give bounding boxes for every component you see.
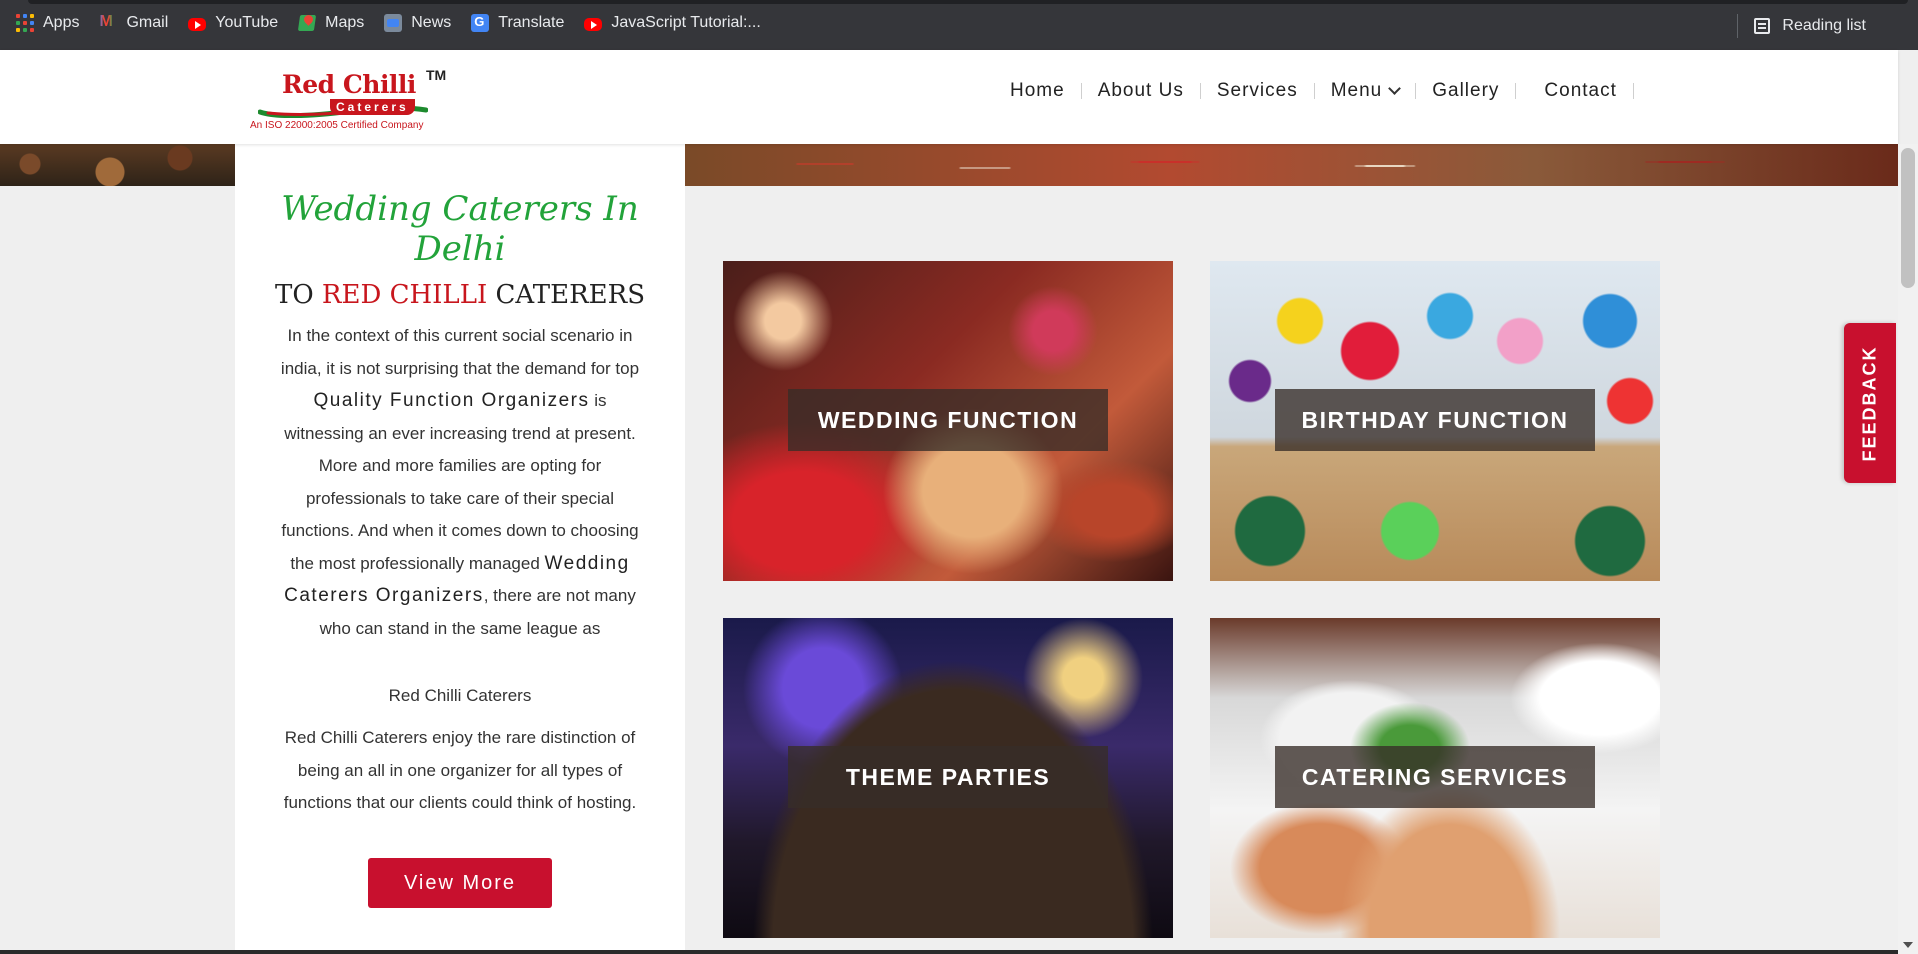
intro-text: is witnessing an ever increasing trend a… <box>281 391 639 573</box>
bookmark-label: Maps <box>325 14 365 31</box>
maps-icon <box>298 14 316 32</box>
logo-subtitle: Caterers <box>330 99 415 115</box>
bookmark-apps[interactable]: Apps <box>16 14 79 32</box>
bookmark-news[interactable]: News <box>384 14 451 32</box>
nav-gallery[interactable]: Gallery <box>1432 80 1499 102</box>
bookmark-javascript-tutorial[interactable]: JavaScript Tutorial:... <box>584 14 761 32</box>
bookmark-label: News <box>411 14 452 31</box>
bookmark-maps[interactable]: Maps <box>298 14 364 32</box>
nav-divider <box>1199 83 1201 99</box>
logo[interactable]: Red Chilli TM Caterers An ISO 22000:2005… <box>250 67 450 136</box>
intro-title: Wedding Caterers In Delhi <box>281 189 639 269</box>
bookmark-label: Gmail <box>126 14 169 31</box>
tile-label: BIRTHDAY FUNCTION <box>1275 389 1595 451</box>
intro-panel: Wedding Caterers In Delhi TO RED CHILLI … <box>235 144 685 954</box>
intro-paragraph: In the context of this current social sc… <box>273 320 647 645</box>
bookmark-label: Apps <box>43 14 80 31</box>
apps-grid-icon <box>16 14 34 32</box>
nav-divider <box>1313 83 1315 99</box>
tile-label: WEDDING FUNCTION <box>788 389 1108 451</box>
youtube-icon <box>188 17 207 31</box>
logo-trademark: TM <box>426 67 447 83</box>
chevron-down-icon <box>1388 82 1402 95</box>
logo-certification: An ISO 22000:2005 Certified Company <box>250 120 424 131</box>
nav-about-us[interactable]: About Us <box>1098 80 1184 102</box>
intro-text: In the context of this current social sc… <box>280 326 640 378</box>
tile-birthday-function[interactable]: BIRTHDAY FUNCTION <box>1210 261 1660 581</box>
scroll-down-arrow-icon[interactable] <box>1903 942 1913 948</box>
bookmarks-list: Apps Gmail YouTube Maps News Translate J… <box>16 13 781 32</box>
bookmark-translate[interactable]: Translate <box>471 14 564 32</box>
nav-services[interactable]: Services <box>1217 80 1298 102</box>
hero-image-right <box>685 144 1898 186</box>
page-bottom-edge <box>0 950 1898 954</box>
nav-divider <box>1080 83 1082 99</box>
page-scrollbar[interactable] <box>1898 144 1918 954</box>
intro-subtitle-brand: RED CHILLI <box>321 280 488 310</box>
main-nav: Home About Us Services Menu Gallery Cont… <box>1010 80 1634 102</box>
tile-catering-services[interactable]: CATERING SERVICES <box>1210 618 1660 938</box>
nav-contact[interactable]: Contact <box>1544 80 1616 102</box>
translate-icon <box>471 14 490 32</box>
intro-highlight: Quality Function Organizers <box>313 390 590 411</box>
nav-divider <box>1632 83 1634 99</box>
gmail-icon <box>99 13 117 32</box>
bookmark-label: Translate <box>498 14 565 31</box>
scrollbar-thumb[interactable] <box>1901 148 1915 288</box>
nav-divider <box>1515 83 1517 99</box>
youtube-icon <box>584 17 603 31</box>
nav-menu-label: Menu <box>1330 80 1383 101</box>
bookmarks-bar: Apps Gmail YouTube Maps News Translate J… <box>0 0 1918 50</box>
nav-menu[interactable]: Menu <box>1330 80 1402 102</box>
intro-subtitle: TO RED CHILLI CATERERS <box>235 280 685 310</box>
reading-list-label: Reading list <box>1782 17 1866 34</box>
hero-image-left <box>0 144 235 186</box>
site-header: Red Chilli TM Caterers An ISO 22000:2005… <box>0 50 1898 144</box>
news-icon <box>384 14 403 32</box>
bookmark-label: JavaScript Tutorial:... <box>611 14 761 31</box>
nav-divider <box>1415 83 1417 99</box>
bookmark-gmail[interactable]: Gmail <box>99 13 169 32</box>
bookmark-youtube[interactable]: YouTube <box>188 14 278 32</box>
intro-subtitle-to: TO <box>274 280 314 310</box>
logo-title: Red Chilli <box>282 70 416 99</box>
nav-home[interactable]: Home <box>1010 80 1065 102</box>
tile-theme-parties[interactable]: THEME PARTIES <box>723 618 1173 938</box>
intro-paragraph-2: Red Chilli Caterers enjoy the rare disti… <box>283 728 637 812</box>
bookmark-label: YouTube <box>215 14 279 31</box>
intro-subtitle-rest: CATERERS <box>495 280 646 310</box>
intro-company-name: Red Chilli Caterers <box>388 686 532 705</box>
reading-list-icon <box>1754 18 1771 34</box>
divider <box>1737 14 1739 38</box>
reading-list-button[interactable]: Reading list <box>1737 14 1866 38</box>
tile-label: THEME PARTIES <box>788 746 1108 808</box>
feedback-tab[interactable]: FEEDBACK <box>1844 323 1896 483</box>
tile-wedding-function[interactable]: WEDDING FUNCTION <box>723 261 1173 581</box>
tile-label: CATERING SERVICES <box>1275 746 1595 808</box>
view-more-button[interactable]: View More <box>368 858 552 908</box>
feedback-label: FEEDBACK <box>1859 344 1880 462</box>
